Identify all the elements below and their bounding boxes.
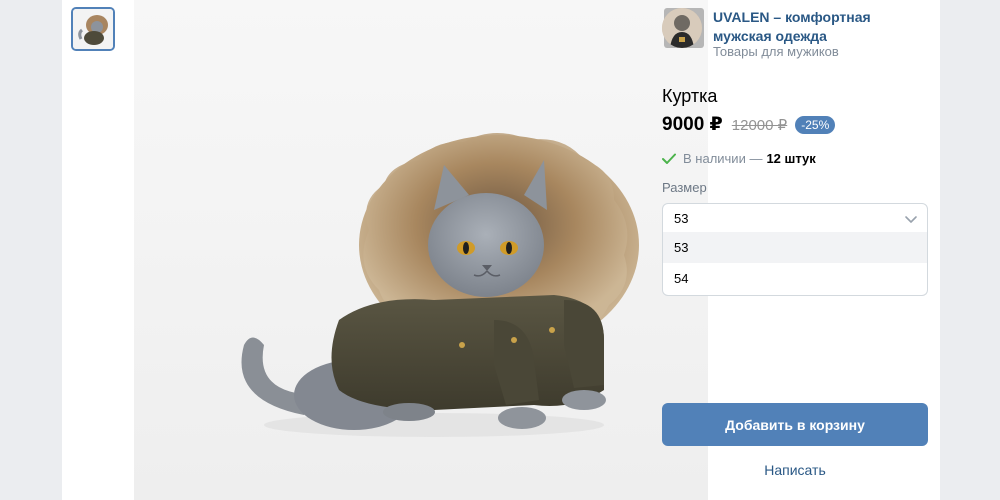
price-row: 9000 ₽ 12000 ₽ -25% — [662, 113, 836, 136]
write-message-link[interactable]: Написать — [662, 462, 928, 478]
size-selected-value: 53 — [674, 211, 689, 226]
size-dropdown: 53 54 — [662, 232, 928, 296]
size-option-53[interactable]: 53 — [663, 232, 927, 263]
old-price: 12000 ₽ — [731, 116, 788, 134]
size-select[interactable]: 53 — [662, 203, 928, 233]
shop-subtitle: Товары для мужиков — [713, 44, 839, 59]
product-photo[interactable] — [134, 0, 708, 500]
current-price: 9000 ₽ — [662, 114, 723, 135]
stock-status: В наличии — 12 штук — [662, 151, 816, 166]
stock-count: 12 штук — [766, 151, 816, 166]
add-to-cart-button[interactable]: Добавить в корзину — [662, 403, 928, 446]
product-title: Куртка — [662, 86, 718, 106]
shop-avatar[interactable] — [662, 8, 702, 48]
product-info-panel: UVALEN – комфортная мужская одежда Товар… — [662, 0, 940, 500]
cat-in-jacket-image — [241, 132, 639, 437]
discount-badge: -25% — [795, 115, 836, 134]
size-label: Размер — [662, 180, 707, 195]
product-card: UVALEN – комфортная мужская одежда Товар… — [62, 0, 940, 500]
size-option-54[interactable]: 54 — [663, 263, 927, 294]
chevron-down-icon — [903, 211, 919, 232]
stock-text: В наличии — — [683, 151, 763, 166]
shop-name-link[interactable]: UVALEN – комфортная мужская одежда — [713, 8, 933, 46]
thumbnail-image[interactable] — [71, 7, 115, 51]
checkmark-icon — [662, 153, 676, 165]
thumbnail-strip — [62, 0, 134, 500]
